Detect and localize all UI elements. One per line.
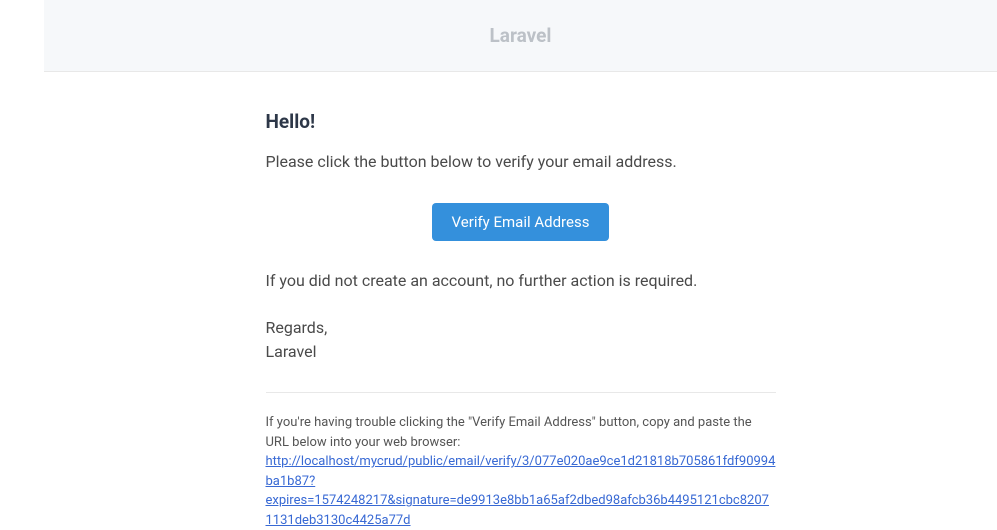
trouble-prefix: If you're having trouble clicking the "V… <box>266 415 752 450</box>
email-header: Laravel <box>44 0 997 72</box>
divider <box>266 392 776 393</box>
regards-block: Regards, Laravel <box>266 316 776 364</box>
no-action-text: If you did not create an account, no fur… <box>266 271 776 290</box>
verify-url-link[interactable]: http://localhost/mycrud/public/email/ver… <box>266 454 776 528</box>
regards-label: Regards, <box>266 318 328 337</box>
email-body: Hello! Please click the button below to … <box>266 72 776 530</box>
signature: Laravel <box>266 342 317 361</box>
greeting: Hello! <box>266 110 776 133</box>
verify-email-button[interactable]: Verify Email Address <box>432 203 610 241</box>
app-title: Laravel <box>490 24 552 47</box>
trouble-text: If you're having trouble clicking the "V… <box>266 413 776 530</box>
instruction-text: Please click the button below to verify … <box>266 151 776 173</box>
